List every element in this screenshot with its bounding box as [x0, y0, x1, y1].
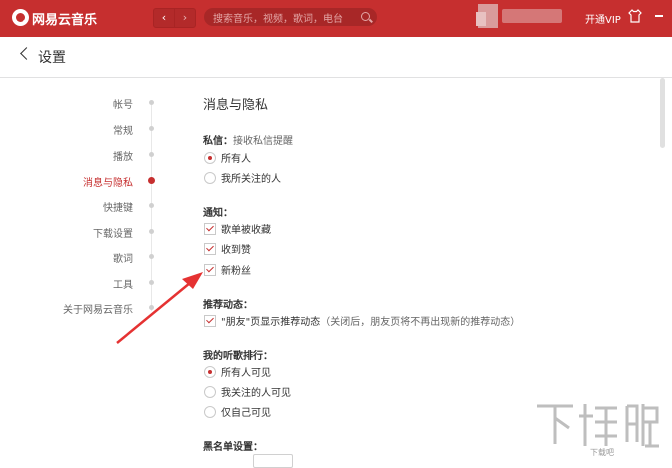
- back-nav-button[interactable]: ‹: [153, 8, 175, 28]
- checkbox-new-follower[interactable]: [204, 264, 216, 276]
- page-title: 设置: [38, 50, 66, 66]
- playlist-collected-label[interactable]: 歌单被收藏: [221, 221, 271, 236]
- sidebar-item-account[interactable]: 帐号: [113, 96, 133, 111]
- sidebar-item-message-privacy[interactable]: 消息与隐私: [83, 174, 133, 189]
- section-title: 消息与隐私: [203, 98, 269, 113]
- ranking-followed-label[interactable]: 我关注的人可见: [221, 384, 291, 399]
- app-title: 网易云音乐: [32, 13, 98, 28]
- sidebar-dot: [149, 229, 154, 234]
- watermark-text: 下载吧: [590, 448, 614, 457]
- blacklist-view-button[interactable]: [253, 454, 293, 468]
- settings-header: [0, 37, 672, 78]
- title-bar: 网易云音乐 ‹ › 搜索音乐，视频，歌词，电台 开通VIP: [0, 0, 672, 37]
- avatar[interactable]: [476, 4, 498, 28]
- skin-shirt-icon[interactable]: [628, 9, 642, 23]
- sidebar-dot-active: [148, 177, 155, 184]
- ranking-everyone-label[interactable]: 所有人可见: [221, 364, 271, 379]
- sidebar-item-playback[interactable]: 播放: [113, 148, 133, 163]
- sidebar-item-about[interactable]: 关于网易云音乐: [63, 301, 133, 316]
- scrollbar[interactable]: [660, 78, 665, 148]
- sidebar-item-shortcuts[interactable]: 快捷键: [103, 199, 133, 214]
- sidebar-item-tools[interactable]: 工具: [113, 276, 133, 291]
- sidebar-dot: [149, 254, 154, 259]
- private-message-label: 私信：接收私信提醒: [203, 136, 293, 147]
- sidebar-dot: [149, 152, 154, 157]
- received-like-label[interactable]: 收到赞: [221, 241, 251, 256]
- recommend-feed-label: 推荐动态：: [203, 300, 253, 311]
- search-input[interactable]: 搜索音乐，视频，歌词，电台: [204, 8, 377, 26]
- ranking-label: 我的听歌排行：: [203, 351, 273, 362]
- sidebar-dot: [149, 126, 154, 131]
- vip-button[interactable]: 开通VIP: [585, 11, 621, 26]
- checkbox-recommend-feed[interactable]: [204, 315, 216, 327]
- radio-pm-everyone[interactable]: [204, 152, 216, 164]
- radio-pm-followed[interactable]: [204, 172, 216, 184]
- forward-nav-button[interactable]: ›: [174, 8, 196, 28]
- sidebar-dot: [149, 203, 154, 208]
- sidebar-dot: [149, 280, 154, 285]
- netease-music-logo-icon[interactable]: [12, 9, 29, 26]
- ranking-self-label[interactable]: 仅自己可见: [221, 404, 271, 419]
- recommend-feed-option[interactable]: "朋友"页显示推荐动态（关闭后，朋友页将不再出现新的推荐动态）: [221, 313, 520, 328]
- checkbox-playlist-collected[interactable]: [204, 223, 216, 235]
- sidebar-dot: [149, 100, 154, 105]
- new-follower-label[interactable]: 新粉丝: [221, 262, 251, 277]
- pm-everyone-label[interactable]: 所有人: [221, 150, 251, 165]
- username-blurred[interactable]: [502, 9, 562, 23]
- blacklist-label: 黑名单设置：: [203, 442, 263, 453]
- watermark-logo: [537, 404, 659, 448]
- checkbox-received-like[interactable]: [204, 243, 216, 255]
- pm-followed-label[interactable]: 我所关注的人: [221, 170, 281, 185]
- sidebar-item-general[interactable]: 常规: [113, 122, 133, 137]
- sidebar-dot: [149, 305, 154, 310]
- notification-label: 通知：: [203, 208, 233, 219]
- private-message-note: 接收私信提醒: [233, 136, 293, 147]
- sidebar-item-download[interactable]: 下载设置: [93, 225, 133, 240]
- sidebar-item-lyrics[interactable]: 歌词: [113, 250, 133, 265]
- radio-ranking-followed[interactable]: [204, 386, 216, 398]
- search-placeholder: 搜索音乐，视频，歌词，电台: [213, 14, 343, 25]
- radio-ranking-everyone[interactable]: [204, 366, 216, 378]
- search-icon[interactable]: [361, 12, 370, 21]
- minimize-icon[interactable]: [655, 15, 663, 17]
- radio-ranking-self[interactable]: [204, 406, 216, 418]
- recommend-feed-note: （关闭后，朋友页将不再出现新的推荐动态）: [320, 317, 521, 328]
